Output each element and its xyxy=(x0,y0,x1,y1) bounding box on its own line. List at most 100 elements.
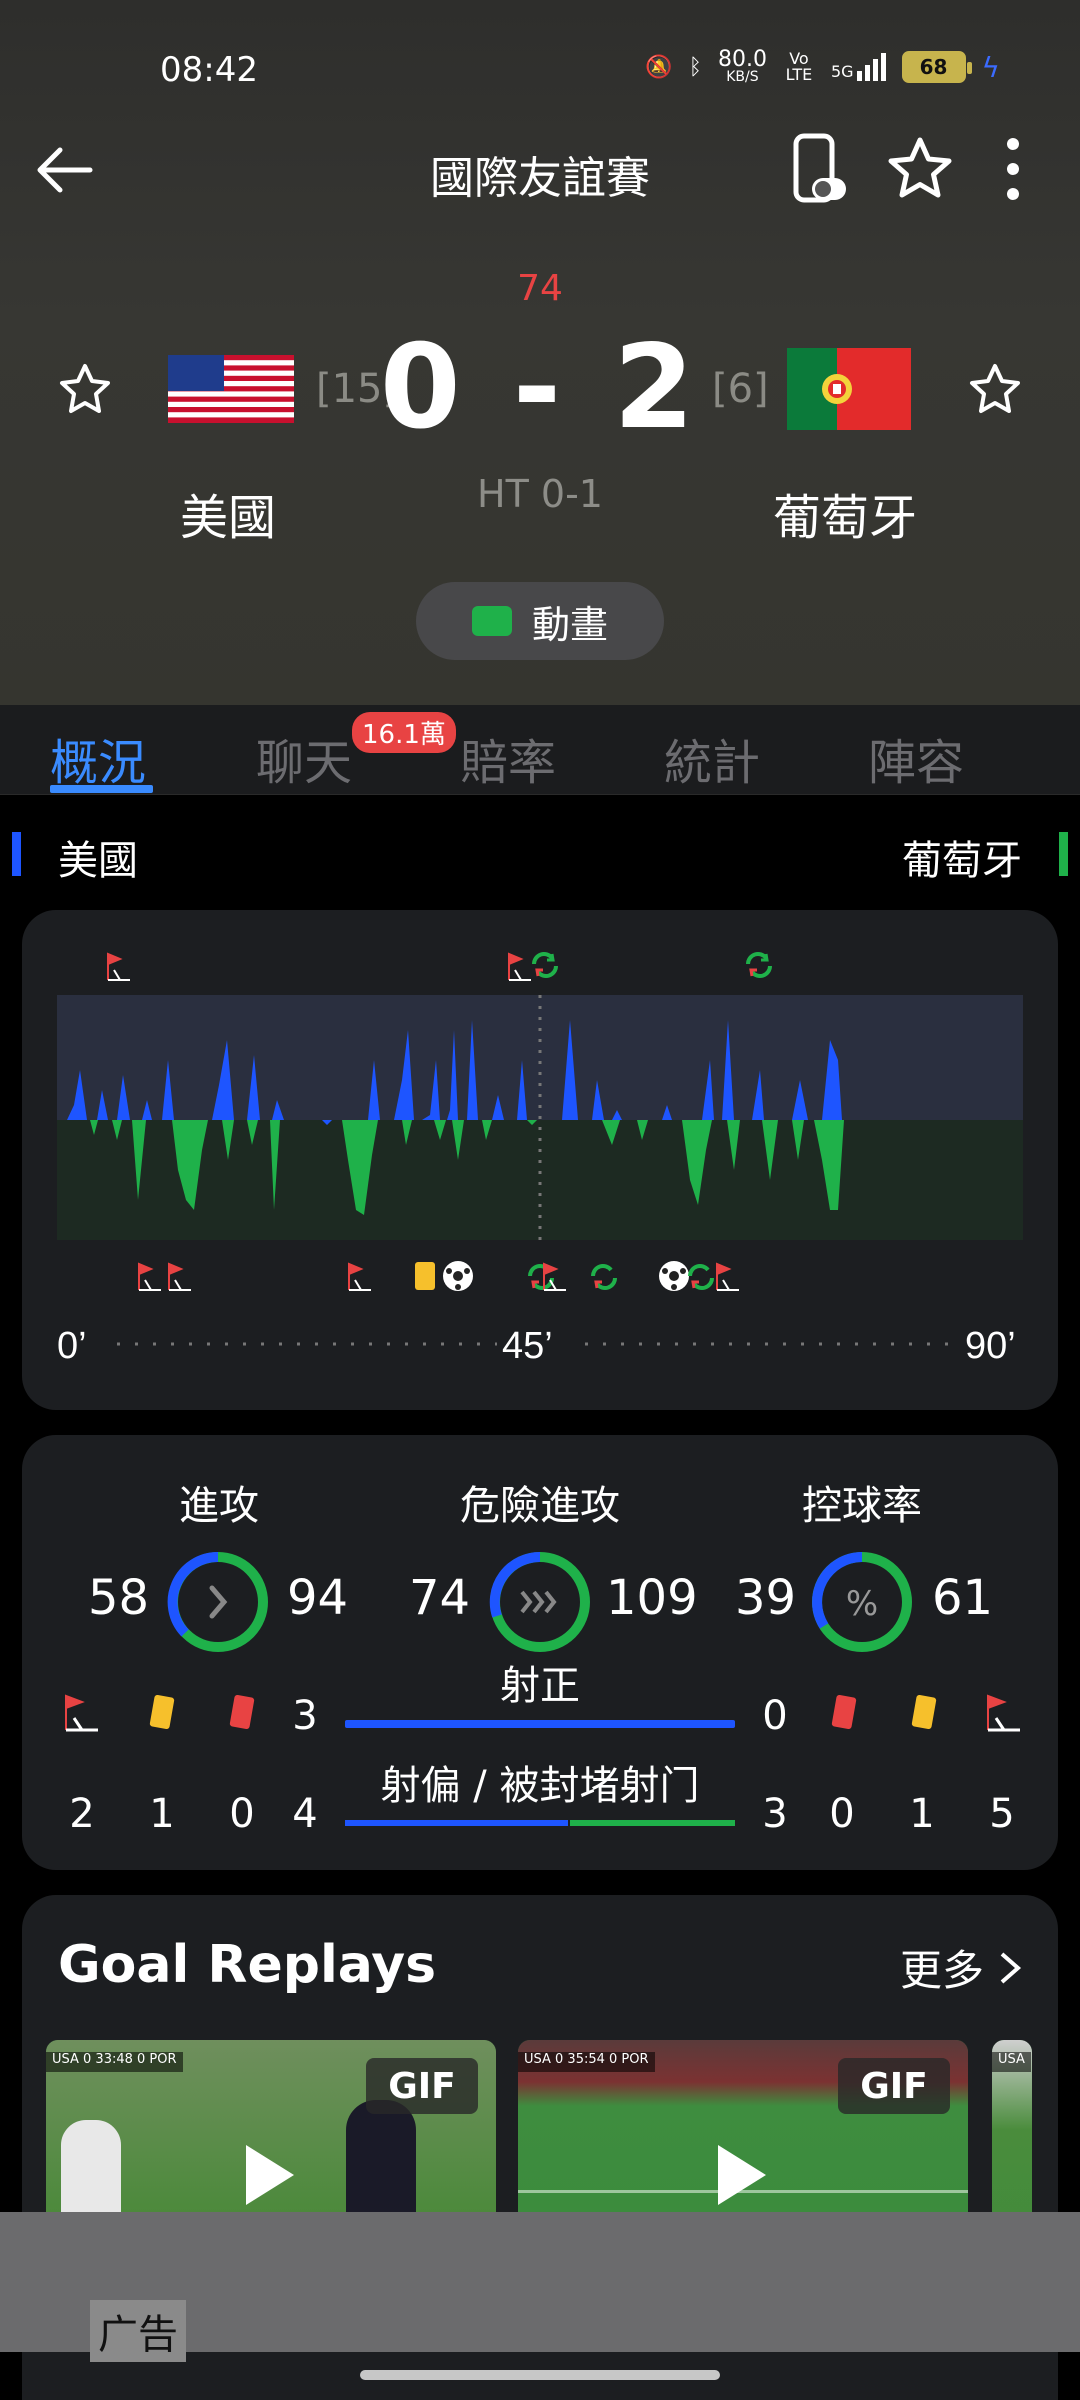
gif-badge: GIF xyxy=(366,2058,478,2114)
tab-odds[interactable]: 賠率 xyxy=(460,723,556,793)
substitution-icon xyxy=(688,1264,714,1290)
corner-flag-icon xyxy=(716,1262,739,1291)
home-corner-icon xyxy=(65,1694,98,1732)
on-target-away: 0 xyxy=(762,1693,788,1739)
legend-home: 美國 xyxy=(58,838,138,884)
possession-away: 61 xyxy=(932,1570,994,1626)
on-target-label: 射正 xyxy=(500,1663,580,1709)
halftime-score: HT 0-1 xyxy=(477,472,603,516)
home-yellow-card-icon xyxy=(149,1694,175,1730)
animation-label: 動畫 xyxy=(531,602,608,647)
away-yellow-card-icon xyxy=(911,1694,937,1730)
match-minute: 74 xyxy=(517,268,563,309)
home-corners-count: 2 xyxy=(69,1791,95,1837)
possession-home: 39 xyxy=(735,1570,797,1626)
away-yellow-count: 1 xyxy=(909,1791,935,1837)
home-red-count: 0 xyxy=(229,1791,255,1837)
attack-label: 進攻 xyxy=(179,1483,259,1529)
tab-bar: 概況 聊天 賠率 統計 陣容 xyxy=(0,705,1080,795)
away-team-name: 葡萄牙 xyxy=(773,490,918,546)
favorite-star-icon[interactable] xyxy=(885,134,955,204)
attack-ring-icon xyxy=(167,1551,268,1652)
chevron-right-icon xyxy=(1000,1951,1022,1984)
corner-flag-icon xyxy=(348,1262,371,1291)
status-bar: 08:42 🔕 ᛒ 80.0 KB/S Vo LTE 5G 68 ϟ xyxy=(0,44,1080,100)
substitution-icon xyxy=(746,952,772,978)
gif-badge: GIF xyxy=(838,2058,950,2114)
away-color-bar xyxy=(1059,832,1068,876)
bluetooth-icon: ᛒ xyxy=(688,54,702,80)
tab-indicator xyxy=(50,785,153,793)
gesture-nav-handle[interactable] xyxy=(360,2370,720,2380)
yellow-card-icon xyxy=(415,1262,435,1290)
phone-toggle-icon[interactable] xyxy=(790,132,850,208)
substitution-icon xyxy=(591,1264,617,1290)
battery-icon: 68 xyxy=(901,51,972,83)
replay-scorebar: USA 0 33:48 0 POR xyxy=(46,2052,183,2072)
home-event-icons xyxy=(107,952,772,981)
away-red-count: 0 xyxy=(829,1791,855,1837)
away-corners-count: 5 xyxy=(989,1791,1015,1837)
status-icons: 🔕 ᛒ 80.0 KB/S Vo LTE 5G 68 ϟ xyxy=(645,47,1000,85)
tab-overview[interactable]: 概況 xyxy=(50,723,146,793)
goal-replays-title: Goal Replays xyxy=(58,1935,437,1995)
time-axis-mid: 45’ xyxy=(502,1325,553,1367)
on-target-bar xyxy=(345,1720,735,1728)
app-bar: 國際友誼賽 xyxy=(0,120,1080,220)
play-icon xyxy=(246,2145,294,2205)
network-type: 5G xyxy=(830,62,854,81)
net-speed-value: 80.0 xyxy=(717,47,767,72)
replay-scorebar: USA xyxy=(992,2052,1031,2072)
more-menu-icon[interactable] xyxy=(995,134,1031,204)
volte-icon: Vo LTE xyxy=(785,49,813,84)
away-rank: [6] xyxy=(712,366,769,412)
tab-chat[interactable]: 聊天 xyxy=(256,723,352,793)
favorite-away-star-icon[interactable] xyxy=(965,360,1025,420)
off-target-home: 4 xyxy=(292,1791,318,1837)
pitch-icon xyxy=(471,606,512,636)
corner-flag-icon xyxy=(107,952,130,981)
portugal-flag-icon xyxy=(787,348,911,430)
possession-label: 控球率 xyxy=(802,1483,922,1529)
replay-scorebar: USA 0 35:54 0 POR xyxy=(518,2052,655,2072)
possession-icon-text: % xyxy=(846,1584,878,1624)
ad-banner[interactable]: 广告 xyxy=(0,2212,1080,2362)
time-axis-start: 0’ xyxy=(57,1325,87,1367)
net-speed: 80.0 KB/S xyxy=(717,47,767,85)
tab-lineup[interactable]: 陣容 xyxy=(868,723,964,793)
momentum-card: 0’ 45’ 90’ xyxy=(22,910,1058,1410)
away-red-card-icon xyxy=(831,1694,857,1730)
mute-icon: 🔕 xyxy=(645,54,673,80)
off-target-away-bar xyxy=(570,1820,735,1826)
on-target-home: 3 xyxy=(292,1693,318,1739)
home-yellow-count: 1 xyxy=(149,1791,175,1837)
corner-flag-icon xyxy=(168,1262,191,1291)
corner-flag-icon xyxy=(508,952,531,981)
stats-card: 進攻 危險進攻 控球率 58 94 74 109 39 % 61 3 射正 0 … xyxy=(22,1435,1058,1870)
chat-count-badge: 16.1萬 xyxy=(352,712,456,753)
dangerous-attack-label: 危險進攻 xyxy=(460,1483,620,1529)
corner-flag-icon xyxy=(138,1262,161,1291)
goal-ball-icon xyxy=(659,1261,689,1291)
off-target-home-bar xyxy=(345,1820,568,1826)
goal-ball-icon xyxy=(443,1261,473,1291)
net-speed-unit: KB/S xyxy=(726,69,759,85)
tab-stats[interactable]: 統計 xyxy=(664,723,760,793)
off-target-away: 3 xyxy=(762,1791,788,1837)
legend-away: 葡萄牙 xyxy=(902,838,1022,884)
ad-label: 广告 xyxy=(90,2300,186,2362)
status-time: 08:42 xyxy=(160,50,258,90)
more-link[interactable]: 更多 xyxy=(900,1937,1022,1998)
dangerous-away: 109 xyxy=(606,1570,698,1626)
animation-button[interactable]: 動畫 xyxy=(416,582,664,660)
substitution-icon xyxy=(532,952,558,978)
home-color-bar xyxy=(12,832,21,876)
momentum-graph: 0’ 45’ 90’ xyxy=(57,952,1023,1367)
dangerous-attack-ring-icon xyxy=(489,1551,590,1652)
play-icon xyxy=(718,2145,766,2205)
possession-ring-icon: % xyxy=(812,1552,912,1652)
time-axis-end: 90’ xyxy=(965,1325,1016,1367)
away-event-icons xyxy=(138,1261,739,1291)
match-header: 08:42 🔕 ᛒ 80.0 KB/S Vo LTE 5G 68 ϟ 國際友誼賽 xyxy=(0,0,1080,705)
more-label: 更多 xyxy=(899,1946,984,1995)
